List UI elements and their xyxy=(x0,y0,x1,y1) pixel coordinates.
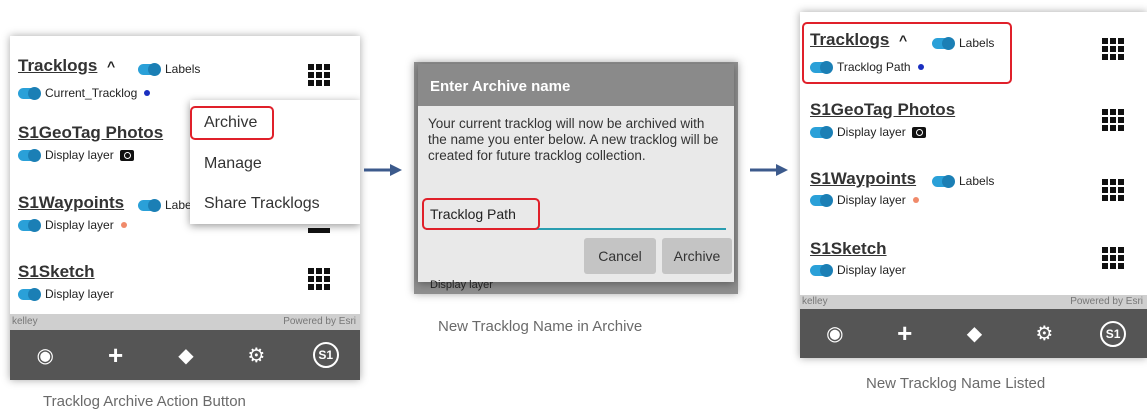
caret-up-icon[interactable]: ^ xyxy=(107,58,115,74)
archive-dialog: Enter Archive name Your current tracklog… xyxy=(418,64,734,282)
plus-icon[interactable]: + xyxy=(891,318,919,349)
dialog-title: Enter Archive name xyxy=(430,78,571,95)
display-layer-label: Display layer xyxy=(837,263,906,277)
display-layer-label: Display layer xyxy=(45,218,114,232)
grid-menu-icon[interactable] xyxy=(1102,38,1124,60)
map-user-label: kelley xyxy=(802,296,828,307)
panel-archive-dialog: Enter Archive name Your current tracklog… xyxy=(414,62,738,294)
toggle-switch-icon[interactable] xyxy=(18,287,41,301)
menu-item-share-tracklogs[interactable]: Share Tracklogs xyxy=(204,195,320,213)
layer-row-sketch[interactable]: S1Sketch Display layer xyxy=(10,246,360,314)
layer-title-geotag[interactable]: S1GeoTag Photos xyxy=(18,123,163,143)
grid-menu-icon[interactable] xyxy=(308,64,330,86)
s1-logo-icon[interactable]: S1 xyxy=(312,342,339,368)
labels-text: Labe xyxy=(165,198,192,212)
display-layer-label: Display layer xyxy=(837,125,906,139)
display-layer-label: Display layer xyxy=(45,287,114,301)
geotag-sub: Display layer xyxy=(18,148,134,162)
sketch-sub: Display layer xyxy=(810,263,906,277)
toggle-switch-icon[interactable] xyxy=(810,125,833,139)
grid-menu-icon-partial xyxy=(308,228,330,233)
grid-menu-icon[interactable] xyxy=(1102,109,1124,131)
camera-icon xyxy=(911,126,926,138)
toggle-switch-icon xyxy=(138,198,161,212)
orange-dot-icon xyxy=(120,222,127,228)
toggle-switch-icon xyxy=(138,62,161,76)
caption-panel3: New Tracklog Name Listed xyxy=(866,375,1046,392)
toggle-switch-icon[interactable] xyxy=(18,148,41,162)
layer-title-waypoints[interactable]: S1Waypoints xyxy=(810,169,916,189)
layer-title-sketch[interactable]: S1Sketch xyxy=(810,239,887,259)
arrow-right-icon xyxy=(750,164,788,176)
map-strip: kelley Powered by Esri xyxy=(800,295,1147,309)
geotag-sub: Display layer xyxy=(810,125,926,139)
gear-icon[interactable]: ⚙ xyxy=(242,343,270,368)
behind-display-layer: Display layer xyxy=(430,279,493,291)
labels-text: Labels xyxy=(165,62,201,76)
caption-panel2: New Tracklog Name in Archive xyxy=(438,318,643,335)
grid-menu-icon[interactable] xyxy=(1102,179,1124,201)
layer-title-waypoints[interactable]: S1Waypoints xyxy=(18,193,124,213)
sketch-sub: Display layer xyxy=(18,287,114,301)
tracklog-sub: Current_Tracklog xyxy=(18,86,151,100)
toggle-switch-icon[interactable] xyxy=(18,218,41,232)
display-layer-label: Display layer xyxy=(45,148,114,162)
toggle-switch-icon[interactable] xyxy=(810,263,833,277)
layers-icon[interactable]: ◆ xyxy=(172,343,200,368)
toggle-switch-icon xyxy=(932,174,955,188)
archive-button[interactable]: Archive xyxy=(662,238,732,274)
layer-row-waypoints[interactable]: S1Waypoints Labels Display layer xyxy=(800,155,1147,226)
grid-menu-icon[interactable] xyxy=(1102,247,1124,269)
target-icon[interactable]: ◉ xyxy=(31,343,59,368)
highlight-tracklogs-row xyxy=(802,22,1012,84)
map-strip: kelley Powered by Esri xyxy=(10,314,360,330)
gear-icon[interactable]: ⚙ xyxy=(1030,321,1058,346)
toggle-switch-icon[interactable] xyxy=(810,193,833,207)
highlight-input xyxy=(422,198,540,230)
labels-toggle[interactable]: Labels xyxy=(932,174,994,188)
layer-row-sketch[interactable]: S1Sketch Display layer xyxy=(800,225,1147,295)
labels-toggle[interactable]: Labels xyxy=(138,62,200,76)
plus-icon[interactable]: + xyxy=(102,340,130,371)
bottom-toolbar: ◉ + ◆ ⚙ S1 xyxy=(800,309,1147,358)
panel-tracklog-archive-action: Tracklogs ^ Labels Current_Tracklog S1Ge… xyxy=(10,36,360,380)
grid-menu-icon[interactable] xyxy=(308,268,330,290)
labels-toggle[interactable]: Labe xyxy=(138,198,192,212)
layer-title-geotag[interactable]: S1GeoTag Photos xyxy=(810,100,955,120)
camera-icon xyxy=(119,149,134,161)
current-tracklog-label: Current_Tracklog xyxy=(45,86,138,100)
esri-attribution: Powered by Esri xyxy=(283,316,356,327)
orange-dot-icon xyxy=(912,197,919,203)
s1-logo-icon[interactable]: S1 xyxy=(1100,320,1127,347)
dialog-message: Your current tracklog will now be archiv… xyxy=(428,116,719,163)
behind-row: Display layer xyxy=(414,279,738,294)
layer-row-geotag-photos[interactable]: S1GeoTag Photos Display layer xyxy=(800,87,1147,156)
display-layer-label: Display layer xyxy=(837,193,906,207)
caption-panel1: Tracklog Archive Action Button xyxy=(43,393,246,410)
layer-title-tracklogs[interactable]: Tracklogs xyxy=(18,56,97,76)
target-icon[interactable]: ◉ xyxy=(821,321,849,346)
blue-dot-icon xyxy=(144,90,151,96)
layer-title-sketch[interactable]: S1Sketch xyxy=(18,262,95,282)
layer-row-tracklogs[interactable]: Tracklogs ^ Labels Current_Tracklog xyxy=(10,36,360,107)
cancel-button[interactable]: Cancel xyxy=(584,238,656,274)
map-user-label: kelley xyxy=(12,316,38,327)
arrow-right-icon xyxy=(364,164,402,176)
layers-icon[interactable]: ◆ xyxy=(960,321,988,346)
waypoints-sub: Display layer xyxy=(810,193,919,207)
waypoints-sub: Display layer xyxy=(18,218,127,232)
esri-attribution: Powered by Esri xyxy=(1070,296,1143,307)
highlight-archive xyxy=(190,106,274,140)
dialog-header: Enter Archive name xyxy=(418,64,734,106)
menu-item-manage[interactable]: Manage xyxy=(204,155,262,173)
bottom-toolbar: ◉ + ◆ ⚙ S1 xyxy=(10,330,360,380)
labels-text: Labels xyxy=(959,174,995,188)
toggle-switch-icon[interactable] xyxy=(18,86,41,100)
